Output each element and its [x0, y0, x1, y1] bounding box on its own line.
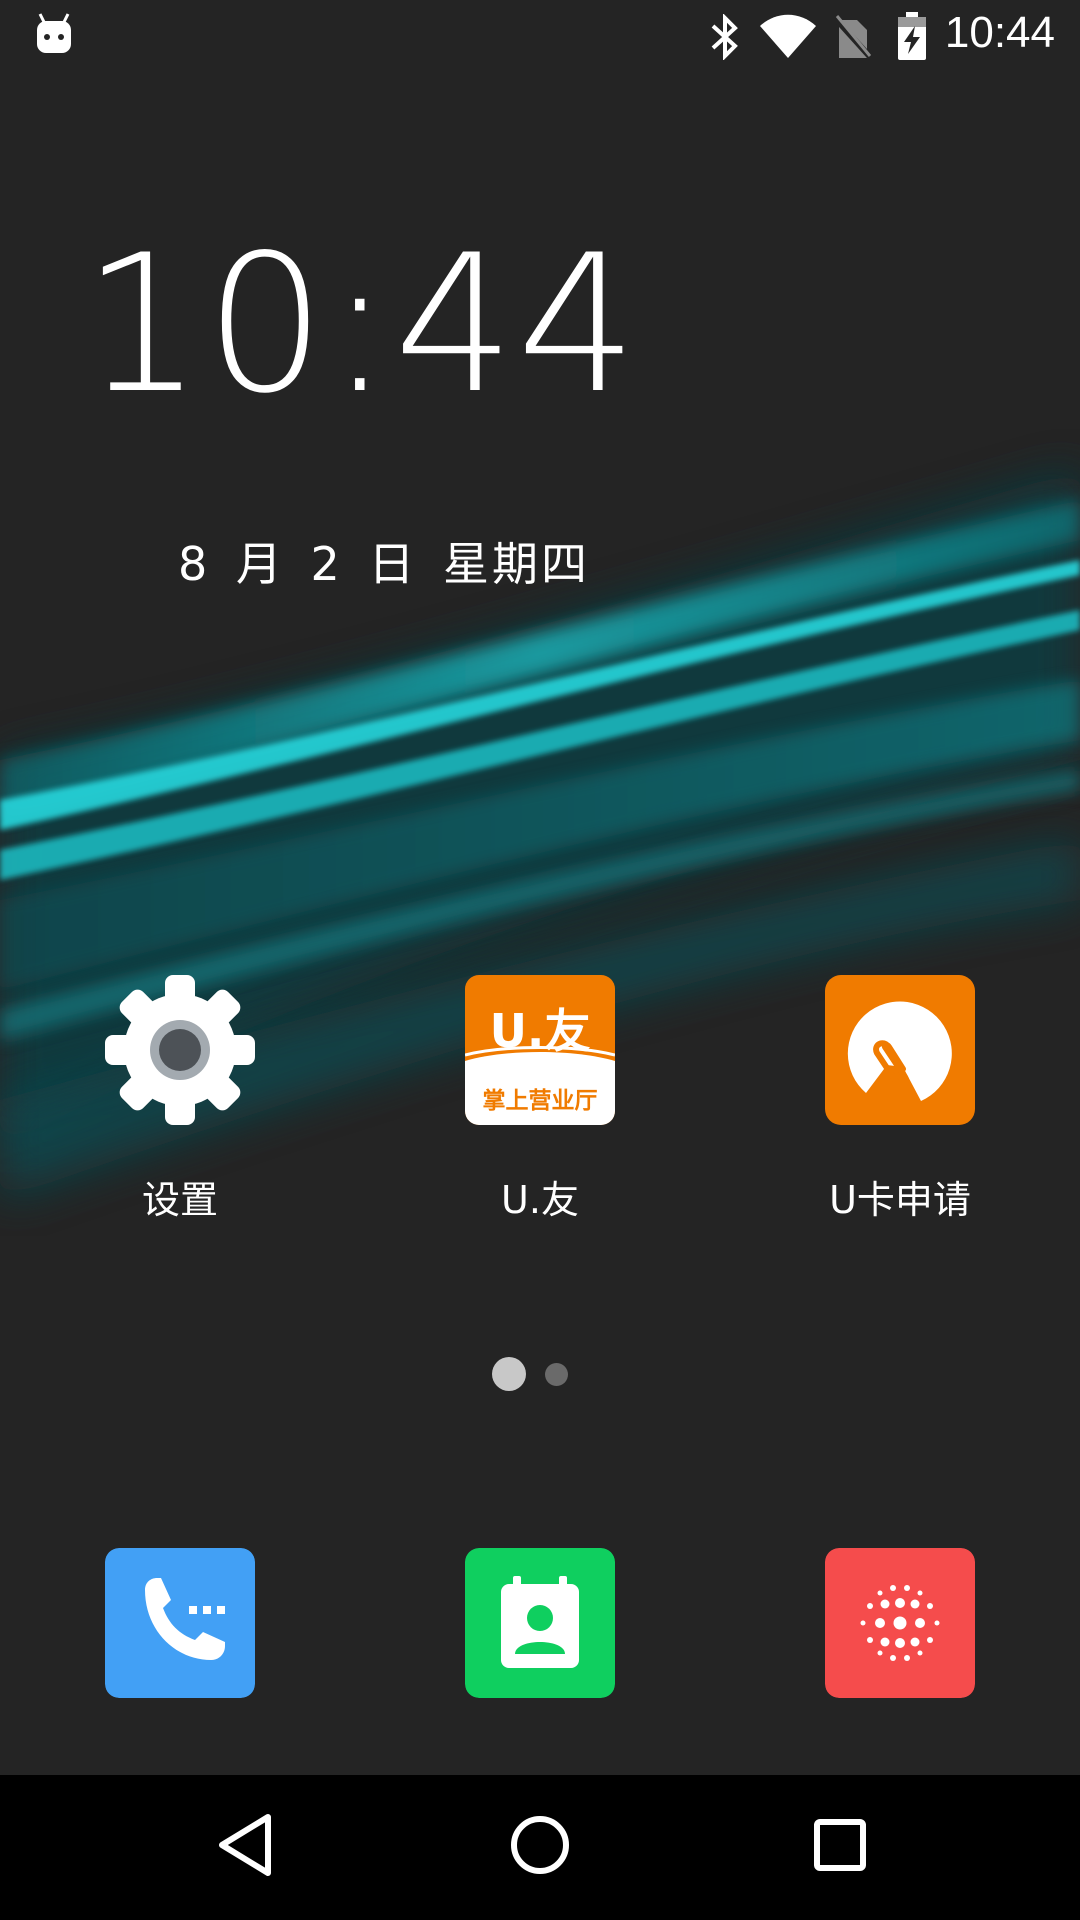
app-settings[interactable]: 设置	[70, 975, 290, 1224]
battery-charging-icon	[898, 12, 926, 60]
contacts-icon[interactable]	[465, 1548, 615, 1698]
page-dot[interactable]	[545, 1363, 568, 1386]
app-uyou[interactable]: U.友 掌上营业厅 U.友	[430, 975, 650, 1224]
app-label: U卡申请	[829, 1178, 971, 1222]
settings-gear-icon	[105, 975, 255, 1125]
android-debug-icon	[37, 13, 71, 53]
ucard-apply-icon	[825, 975, 975, 1125]
phone-icon[interactable]	[105, 1548, 255, 1698]
status-time: 10:44	[944, 8, 1055, 57]
page-dot-current[interactable]	[492, 1357, 526, 1391]
clock-date[interactable]: 8 月 2 日 星期四	[178, 528, 590, 594]
no-sim-icon	[835, 15, 871, 60]
home-icon[interactable]	[500, 1805, 580, 1885]
navigation-bar	[0, 1775, 1080, 1920]
back-icon[interactable]	[210, 1805, 280, 1885]
bluetooth-icon	[711, 14, 738, 60]
wifi-icon	[760, 14, 816, 58]
uyou-icon: U.友 掌上营业厅	[465, 975, 615, 1125]
app-label: 设置	[141, 1178, 218, 1222]
clock-time[interactable]: 10:44	[82, 230, 640, 420]
app-ucard-apply[interactable]: U卡申请	[790, 975, 1010, 1224]
app-label: U.友	[501, 1178, 579, 1222]
page-indicator[interactable]	[492, 1357, 582, 1393]
app-drawer-icon[interactable]	[825, 1548, 975, 1698]
status-bar: 10:44	[0, 0, 1080, 75]
recents-icon[interactable]	[800, 1805, 880, 1885]
uyou-icon-subtitle: 掌上营业厅	[482, 1088, 598, 1114]
home-screen: 10:44 10:44 8 月 2 日 星期四 设置 U.友 掌上营业厅 U.友…	[0, 0, 1080, 1920]
